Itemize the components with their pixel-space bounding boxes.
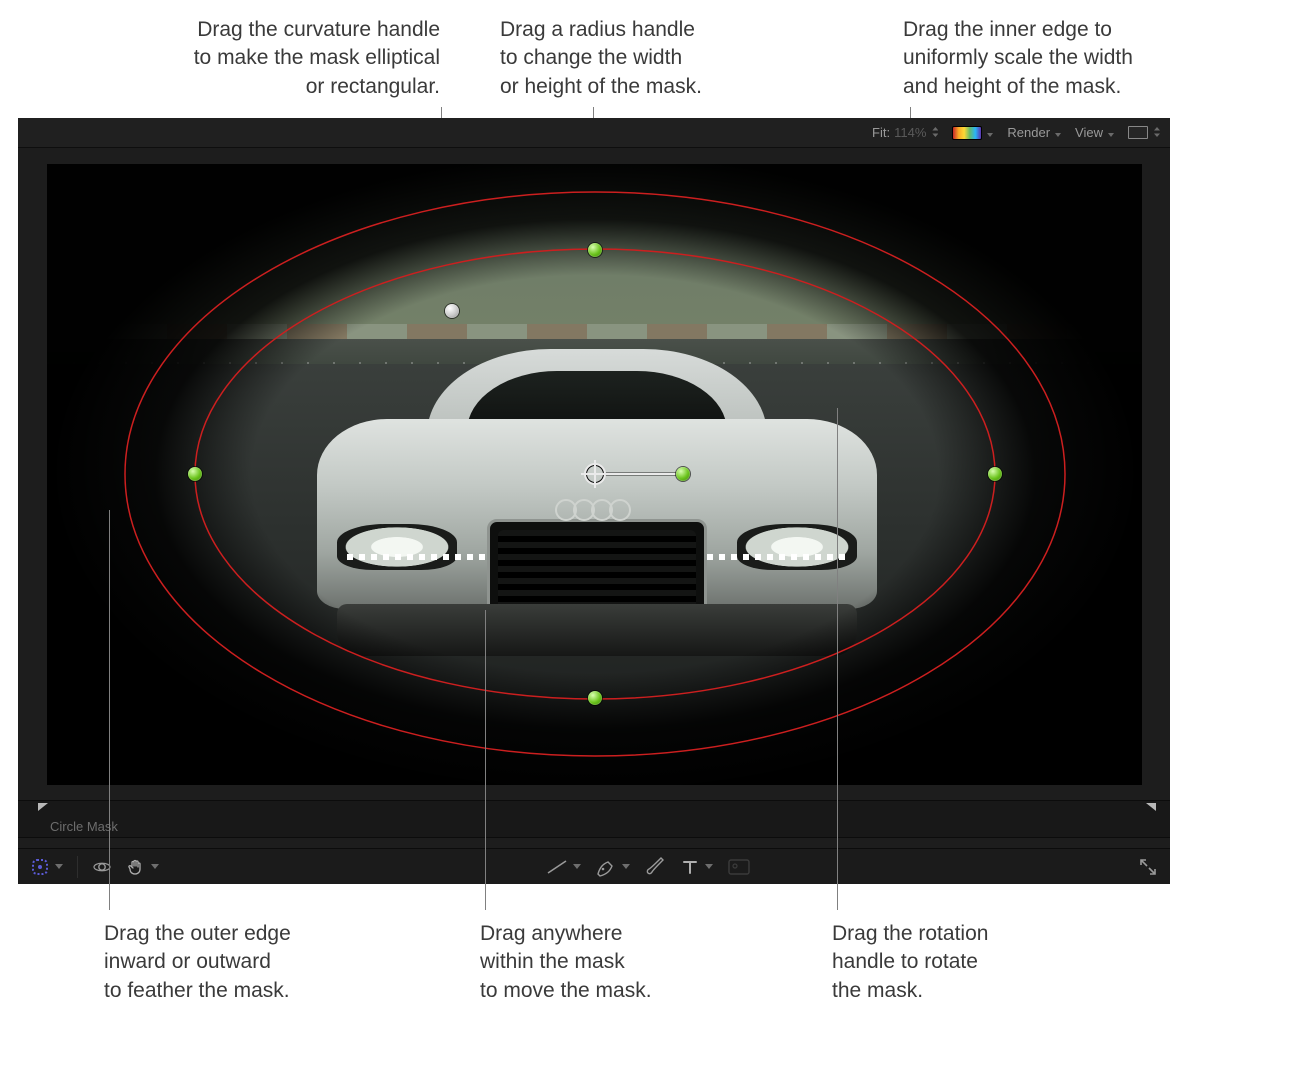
mask-radius-handle-bottom[interactable] <box>588 691 602 705</box>
color-channels-icon <box>952 126 982 140</box>
mask-radius-handle-top[interactable] <box>588 243 602 257</box>
canvas-bottom-toolbar <box>18 848 1170 884</box>
canvas[interactable] <box>47 164 1142 785</box>
view-menu[interactable]: View <box>1075 125 1114 140</box>
out-point-marker[interactable] <box>1146 803 1156 811</box>
scene-car <box>317 349 877 659</box>
mask-center-handle[interactable] <box>584 463 606 485</box>
mask-tool-icon <box>30 857 50 877</box>
3d-rotate-button[interactable] <box>88 854 116 880</box>
mask-tool-button[interactable] <box>26 854 67 880</box>
brush-icon <box>644 857 666 877</box>
view-layout-icon <box>1128 126 1148 139</box>
mask-name-label: Circle Mask <box>50 819 118 834</box>
fit-label: Fit: <box>872 125 890 140</box>
line-tool-button[interactable] <box>542 854 585 880</box>
callout-inner-edge: Drag the inner edge to uniformly scale t… <box>903 16 1283 101</box>
mask-rotation-arm[interactable] <box>605 473 677 475</box>
leader-outer <box>109 510 110 910</box>
line-icon <box>546 858 568 876</box>
text-tool-button[interactable] <box>676 854 717 880</box>
media-tool-button[interactable] <box>723 854 755 880</box>
view-layout-picker[interactable] <box>1128 125 1160 140</box>
mask-radius-handle-left[interactable] <box>188 467 202 481</box>
fullscreen-button[interactable] <box>1134 854 1162 880</box>
render-label: Render <box>1007 125 1050 140</box>
callout-rotate: Drag the rotation handle to rotate the m… <box>832 920 1112 1005</box>
fit-value: 114% <box>894 125 926 140</box>
pen-tool-button[interactable] <box>591 854 634 880</box>
canvas-status-strip: Circle Mask <box>18 800 1170 838</box>
fit-zoom-control[interactable]: Fit: 114% <box>872 125 938 140</box>
media-icon <box>727 858 751 876</box>
hand-icon <box>126 857 146 877</box>
mask-curvature-handle[interactable] <box>445 304 459 318</box>
canvas-top-toolbar: Fit: 114% Render View <box>18 118 1170 148</box>
view-label: View <box>1075 125 1103 140</box>
canvas-panel: Fit: 114% Render View <box>18 118 1170 884</box>
callout-radius: Drag a radius handle to change the width… <box>500 16 830 101</box>
chevron-down-icon <box>986 125 993 140</box>
callout-outer-edge: Drag the outer edge inward or outward to… <box>104 920 404 1005</box>
callout-curvature: Drag the curvature handle to make the ma… <box>110 16 440 101</box>
chevron-down-icon <box>1054 125 1061 140</box>
callout-move: Drag anywhere within the mask to move th… <box>480 920 760 1005</box>
fullscreen-icon <box>1138 857 1158 877</box>
brush-tool-button[interactable] <box>640 854 670 880</box>
toolbar-separator <box>77 856 78 878</box>
pan-tool-button[interactable] <box>122 854 163 880</box>
color-channel-picker[interactable] <box>952 125 993 140</box>
mask-rotation-handle[interactable] <box>676 467 690 481</box>
leader-move <box>485 610 486 910</box>
chevron-down-icon <box>1107 125 1114 140</box>
text-icon <box>680 857 700 877</box>
pen-icon <box>595 857 617 877</box>
leader-rotate <box>837 408 838 910</box>
mask-radius-handle-right[interactable] <box>988 467 1002 481</box>
render-menu[interactable]: Render <box>1007 125 1061 140</box>
zoom-stepper-icon <box>930 125 938 140</box>
in-point-marker[interactable] <box>38 803 48 811</box>
layout-stepper-icon <box>1152 125 1160 140</box>
